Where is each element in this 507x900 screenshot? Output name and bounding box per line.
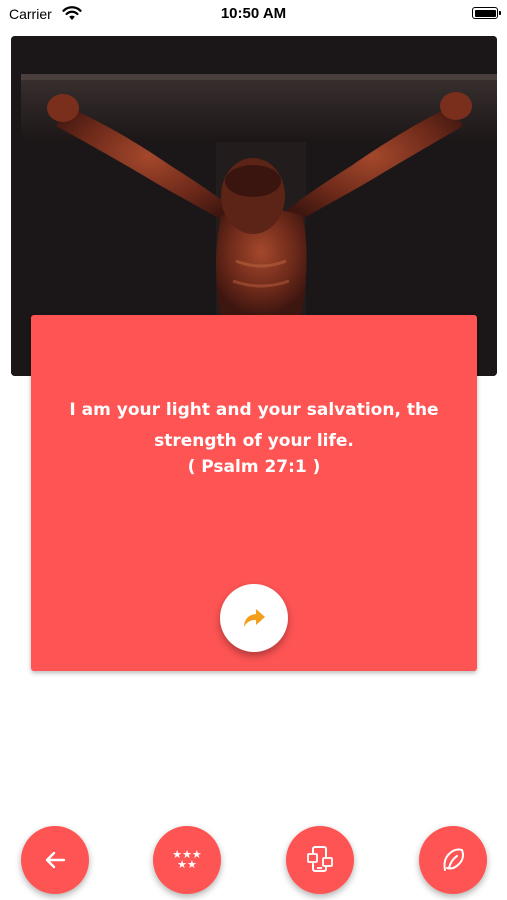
verse-text: I am your light and your salvation, the … xyxy=(69,400,439,451)
status-time: 10:50 AM xyxy=(220,5,287,22)
status-bar: Carrier 10:50 AM xyxy=(0,0,507,30)
back-arrow-icon xyxy=(45,851,66,869)
stars-rate-icon: ★★★ ★★ xyxy=(172,848,202,871)
more-apps-icon xyxy=(307,846,333,872)
verse-card: I am your light and your salvation, the … xyxy=(31,315,477,671)
about-icon xyxy=(443,848,464,871)
verse-reference: ( Psalm 27:1 ) xyxy=(187,457,321,477)
back-button[interactable] xyxy=(21,826,89,894)
rate-button[interactable]: ★★★ ★★ xyxy=(153,826,221,894)
share-arrow-icon xyxy=(244,609,265,627)
battery-icon xyxy=(472,7,501,19)
about-button[interactable] xyxy=(419,826,487,894)
share-button[interactable] xyxy=(220,584,288,652)
more-apps-button[interactable] xyxy=(286,826,354,894)
